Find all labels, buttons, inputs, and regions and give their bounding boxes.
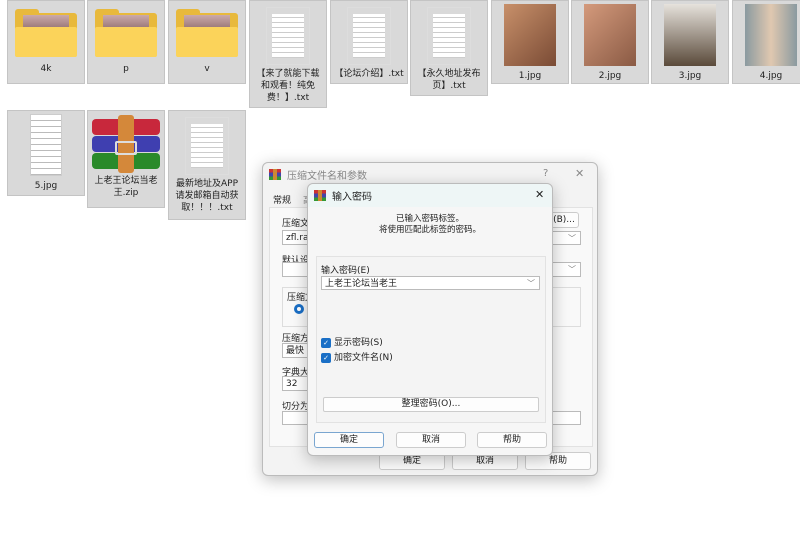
dialog-title: 输入密码: [332, 192, 372, 203]
file-name: p: [123, 64, 129, 74]
file-tile-4k[interactable]: 4k: [7, 0, 85, 84]
file-tile-txt[interactable]: 【永久地址发布页】.txt: [410, 0, 488, 96]
browse-button[interactable]: (B)...: [549, 212, 579, 228]
file-tile-jpg[interactable]: 4.jpg: [732, 0, 800, 84]
image-thumbnail: [584, 4, 636, 66]
organize-passwords-button[interactable]: 整理密码(O)...: [323, 397, 539, 412]
chevron-down-icon: ﹀: [527, 279, 535, 288]
file-tile-p[interactable]: p: [87, 0, 165, 84]
password-value: 上老王论坛当老王: [325, 279, 398, 289]
file-name: v: [204, 64, 210, 74]
file-tile-jpg[interactable]: 3.jpg: [651, 0, 729, 84]
enter-password-dialog: 输入密码 ✕ 已输入密码标签。 将使用匹配此标签的密码。 输入密码(E) 上老王…: [307, 183, 553, 456]
image-thumbnail: [504, 4, 556, 66]
file-tile-jpg[interactable]: 1.jpg: [491, 0, 569, 84]
checkmark-icon: ✓: [321, 352, 331, 363]
password-combobox[interactable]: 上老王论坛当老王 ﹀: [321, 276, 540, 290]
file-tile-v[interactable]: v: [168, 0, 246, 84]
info-message: 已输入密码标签。 将使用匹配此标签的密码。: [308, 214, 552, 236]
show-password-checkbox[interactable]: ✓ 显示密码(S): [321, 335, 383, 348]
format-radio[interactable]: [294, 304, 304, 314]
tab-general[interactable]: 常规: [273, 193, 291, 206]
text-file-icon: [185, 117, 229, 175]
winrar-icon: [269, 169, 281, 180]
folder-icon: [176, 9, 238, 57]
file-tile-txt[interactable]: 【来了就能下载和观看！纯免费！】.txt: [249, 0, 327, 108]
file-name: 3.jpg: [678, 71, 702, 81]
winrar-icon: [314, 190, 326, 201]
cancel-button[interactable]: 取消: [396, 432, 466, 448]
text-file-icon: [427, 7, 471, 65]
file-tile-txt[interactable]: 【论坛介绍】.txt: [330, 0, 408, 84]
password-label: 输入密码(E): [321, 266, 370, 276]
file-tile-jpg[interactable]: 2.jpg: [571, 0, 649, 84]
message-line: 将使用匹配此标签的密码。: [378, 225, 481, 235]
help-icon[interactable]: ?: [543, 168, 548, 179]
checkbox-label: 加密文件名(N): [334, 353, 393, 363]
close-icon[interactable]: ✕: [535, 188, 544, 201]
file-name: 最新地址及APP请发邮箱自动获取！！！.txt: [175, 179, 239, 213]
text-file-icon: [347, 7, 391, 65]
file-tile-txt[interactable]: 最新地址及APP请发邮箱自动获取！！！.txt: [168, 110, 246, 220]
close-icon[interactable]: ✕: [575, 167, 584, 180]
file-name: 5.jpg: [34, 181, 58, 191]
update-mode-dropdown[interactable]: ﹀: [549, 231, 581, 245]
dialog-title: 压缩文件名和参数: [287, 171, 367, 182]
title-bar: 输入密码 ✕: [308, 184, 552, 207]
file-name: 【永久地址发布页】.txt: [417, 69, 481, 91]
chevron-down-icon: ﹀: [568, 265, 576, 274]
encrypt-filenames-checkbox[interactable]: ✓ 加密文件名(N): [321, 350, 393, 363]
chevron-down-icon: ﹀: [568, 234, 576, 243]
checkbox-label: 显示密码(S): [334, 338, 383, 348]
help-button[interactable]: 帮助: [477, 432, 547, 448]
file-name: 上老王论坛当老王.zip: [94, 176, 158, 198]
winrar-archive-icon: [92, 115, 160, 173]
message-line: 已输入密码标签。: [395, 214, 464, 224]
checkmark-icon: ✓: [321, 337, 331, 348]
file-name: 2.jpg: [598, 71, 622, 81]
text-file-icon: [266, 7, 310, 65]
file-name: 【来了就能下载和观看！纯免费！】.txt: [256, 69, 320, 103]
file-name: 1.jpg: [518, 71, 542, 81]
file-name: 【论坛介绍】.txt: [334, 69, 404, 79]
file-name: 4.jpg: [759, 71, 783, 81]
ok-button[interactable]: 确定: [314, 432, 384, 448]
folder-icon: [15, 9, 77, 57]
file-tile-jpg[interactable]: 5.jpg: [7, 110, 85, 196]
folder-icon: [95, 9, 157, 57]
file-tile-zip[interactable]: 上老王论坛当老王.zip: [87, 110, 165, 208]
image-thumbnail: [745, 4, 797, 66]
image-thumbnail: [664, 4, 716, 66]
file-name: 4k: [40, 64, 52, 74]
image-thumbnail: [30, 114, 62, 176]
